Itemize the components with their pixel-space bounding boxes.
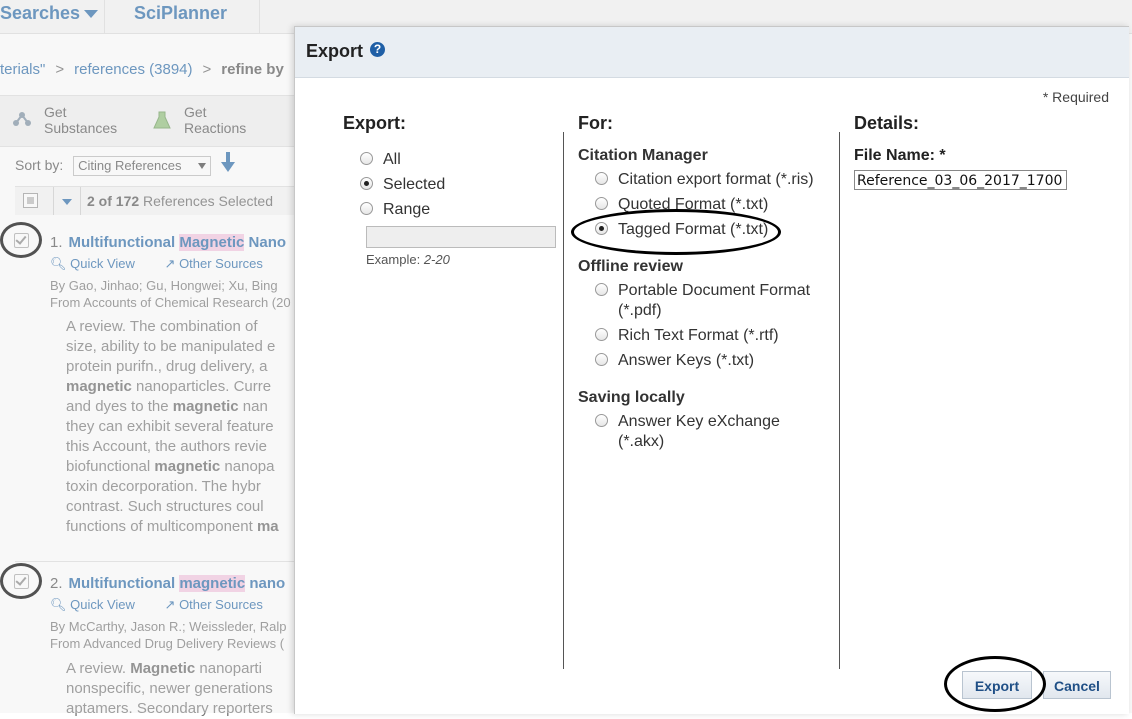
cancel-button[interactable]: Cancel [1043,671,1111,699]
radio-rtf[interactable] [595,328,608,341]
radio-all-label: All [383,151,401,168]
radio-all[interactable] [360,152,373,165]
radio-range[interactable] [360,202,373,215]
radio-ris-label: Citation export format (*.ris) [618,171,814,188]
for-heading: For: [578,113,613,133]
radio-akx-label: Answer Key eXchange (*.akx) [618,413,780,450]
radio-selected[interactable] [360,177,373,190]
saving-locally-heading: Saving locally [578,389,685,406]
radio-akx[interactable] [595,414,608,427]
file-name-label: File Name: * [854,147,946,164]
help-icon[interactable]: ? [370,42,385,57]
radio-selected-label: Selected [383,176,446,193]
radio-range-label: Range [383,201,431,218]
dialog-title: Export [306,41,364,61]
radio-answer-keys-label: Answer Keys (*.txt) [618,352,755,369]
radio-ris[interactable] [595,172,608,185]
column-divider [563,132,564,669]
column-divider [839,132,840,669]
range-example: Example: 2-20 [366,252,450,267]
details-heading: Details: [854,113,920,133]
radio-pdf[interactable] [595,283,608,296]
radio-quoted[interactable] [595,197,608,210]
annotation-ellipse [571,209,781,255]
offline-review-heading: Offline review [578,258,683,275]
file-name-input[interactable]: Reference_03_06_2017_1700 [854,170,1067,190]
citation-manager-heading: Citation Manager [578,147,708,164]
dialog-header: Export ? [295,27,1129,78]
annotation-ellipse [944,656,1046,712]
required-note: * Required [1042,89,1109,105]
export-heading: Export: [343,113,406,133]
radio-pdf-label: Portable Document Format (*.pdf) [618,282,811,319]
radio-rtf-label: Rich Text Format (*.rtf) [618,327,779,344]
export-dialog: Export ? * Required Export: All Selected… [294,26,1129,714]
radio-answer-keys[interactable] [595,353,608,366]
range-input[interactable] [366,226,556,248]
